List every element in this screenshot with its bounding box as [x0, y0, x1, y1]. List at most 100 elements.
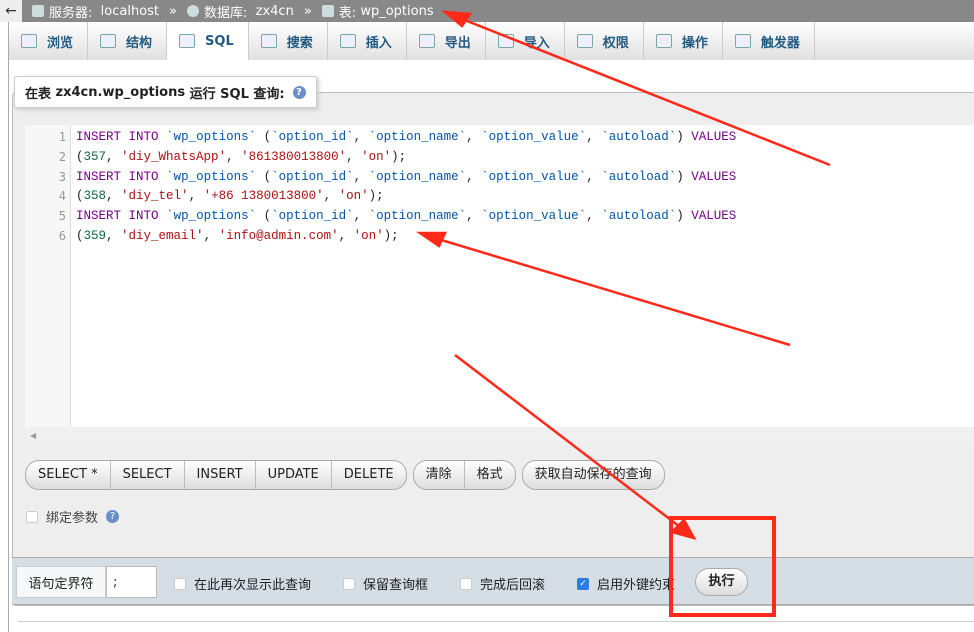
tab-export[interactable]: 导出 [407, 22, 486, 60]
divider [8, 60, 9, 632]
edit-group: 清除 格式 [412, 460, 516, 490]
legend-prefix: 在表 [25, 86, 52, 102]
option-checkbox[interactable] [174, 577, 186, 590]
server-icon [32, 5, 44, 17]
footer-option[interactable]: 保留查询框 [343, 574, 428, 593]
legend-suffix: 运行 SQL 查询: [189, 86, 285, 102]
search-icon [260, 34, 277, 48]
horizontal-scrollbar[interactable]: ◀ [25, 427, 974, 445]
breadcrumb-bar: ← 服务器: localhost » 数据库: zx4cn » 表: wp_op… [0, 0, 974, 22]
breadcrumb-table[interactable]: 表: wp_options [321, 2, 434, 21]
code-line: (358, 'diy_tel', '+86 1380013800', 'on')… [76, 189, 384, 204]
delimiter-input[interactable]: ; [106, 566, 157, 598]
query-button[interactable]: SELECT [111, 461, 185, 489]
divider [18, 621, 974, 622]
tab-label: 操作 [681, 35, 708, 51]
table-name[interactable]: wp_options [360, 4, 433, 19]
bind-parameters-checkbox[interactable] [26, 510, 38, 523]
db-label: 数据库: [203, 5, 248, 21]
table-label: 表: [338, 5, 357, 21]
query-footer: 语句定界符 ; 在此再次显示此查询 保留查询框 完成后回滚 ✓ 启用外键约束 执行 [12, 557, 974, 605]
line-number: 6 [58, 229, 66, 243]
option-label: 完成后回滚 [480, 578, 546, 593]
tab-label: 导入 [523, 35, 550, 51]
tab-label: 搜索 [286, 35, 313, 51]
line-number: 5 [58, 209, 66, 224]
tab-import[interactable]: 导入 [486, 22, 565, 60]
triggers-icon [734, 34, 751, 48]
bind-parameters[interactable]: 绑定参数? [26, 507, 120, 526]
server-label: 服务器: [49, 5, 93, 21]
tab-privileges[interactable]: 权限 [565, 22, 644, 60]
delimiter-label: 语句定界符 [16, 566, 106, 598]
breadcrumb-separator: » [303, 3, 312, 19]
tab-label: 触发器 [760, 35, 800, 51]
get-autosaved-query-button[interactable]: 获取自动保存的查询 [523, 461, 664, 489]
option-checkbox[interactable]: ✓ [577, 577, 589, 590]
tab-label: 权限 [602, 35, 629, 51]
tab-wrench[interactable]: 操作 [644, 22, 723, 60]
table-icon [321, 5, 334, 17]
tab-bar: 浏览 结构 SQL 搜索 插入 导出 导入 权限 操作 触发器 [8, 22, 974, 60]
legend-table: zx4cn.wp_options [55, 84, 186, 100]
autosave-group: 获取自动保存的查询 [521, 460, 665, 490]
breadcrumb-server[interactable]: 服务器: localhost [32, 2, 159, 21]
query-button[interactable]: 清除 [414, 461, 465, 489]
import-icon [497, 34, 514, 48]
option-label: 保留查询框 [363, 578, 429, 593]
option-checkbox[interactable] [343, 577, 355, 590]
tab-label: 导出 [444, 35, 471, 51]
server-name[interactable]: localhost [101, 4, 159, 19]
footer-option[interactable]: ✓ 启用外键约束 [577, 574, 675, 593]
go-button[interactable]: 执行 [695, 568, 748, 596]
tab-insert[interactable]: 插入 [328, 22, 407, 60]
tab-label: 结构 [126, 35, 153, 51]
line-number: 1 [58, 130, 66, 144]
sql-editor[interactable]: 1 2 3 4 5 6 INSERT INTO `wp_options` (`option… [25, 125, 974, 427]
sql-icon [179, 34, 196, 48]
line-number: 3 [58, 169, 66, 184]
query-template-group: SELECT * SELECT INSERT UPDATE DELETE [25, 460, 407, 490]
code-line: INSERT INTO `wp_options` (`option_id`, `… [76, 169, 737, 184]
code-line: INSERT INTO `wp_options` (`option_id`, `… [76, 130, 737, 144]
footer-option[interactable]: 完成后回滚 [460, 574, 545, 593]
tab-label: 插入 [365, 35, 392, 51]
breadcrumb-separator: » [169, 3, 177, 19]
option-label: 在此再次显示此查询 [194, 578, 312, 593]
insert-icon [339, 34, 356, 48]
line-number: 2 [58, 149, 66, 164]
code-line: (359, 'diy_email', 'info@admin.com', 'on… [76, 229, 399, 243]
option-label: 启用外键约束 [597, 578, 676, 593]
help-icon[interactable]: ? [292, 85, 306, 99]
database-icon [186, 5, 199, 17]
panel-title: 在表 zx4cn.wp_options 运行 SQL 查询:? [14, 76, 317, 108]
export-icon [418, 34, 435, 48]
back-arrow-icon[interactable]: ← [0, 0, 22, 22]
tab-triggers[interactable]: 触发器 [723, 22, 815, 60]
query-button[interactable]: 格式 [465, 461, 515, 489]
tab-label: SQL [205, 33, 234, 49]
help-icon[interactable]: ? [106, 510, 120, 523]
tab-sql[interactable]: SQL [167, 22, 249, 60]
structure-icon [100, 34, 117, 48]
tab-structure[interactable]: 结构 [88, 22, 168, 60]
query-button[interactable]: SELECT * [26, 461, 111, 489]
option-checkbox[interactable] [460, 577, 472, 590]
tab-search[interactable]: 搜索 [249, 22, 328, 60]
db-name[interactable]: zx4cn [256, 4, 294, 19]
query-button[interactable]: DELETE [332, 461, 406, 489]
tab-label: 浏览 [47, 35, 74, 51]
query-button[interactable]: UPDATE [256, 461, 332, 489]
code-line: (357, 'diy_WhatsApp', '861380013800', 'o… [76, 149, 407, 164]
browse-icon [21, 34, 37, 48]
query-buttons: SELECT * SELECT INSERT UPDATE DELETE 清除 格式 获取… [25, 460, 665, 490]
wrench-icon [655, 34, 672, 48]
line-number: 4 [58, 189, 66, 204]
line-gutter: 1 2 3 4 5 6 [25, 125, 71, 427]
footer-option[interactable]: 在此再次显示此查询 [174, 574, 311, 593]
breadcrumb-database[interactable]: 数据库: zx4cn [186, 2, 294, 21]
bind-parameters-label: 绑定参数 [46, 511, 99, 526]
tab-browse[interactable]: 浏览 [9, 22, 89, 60]
privileges-icon [576, 34, 593, 48]
query-button[interactable]: INSERT [185, 461, 256, 489]
